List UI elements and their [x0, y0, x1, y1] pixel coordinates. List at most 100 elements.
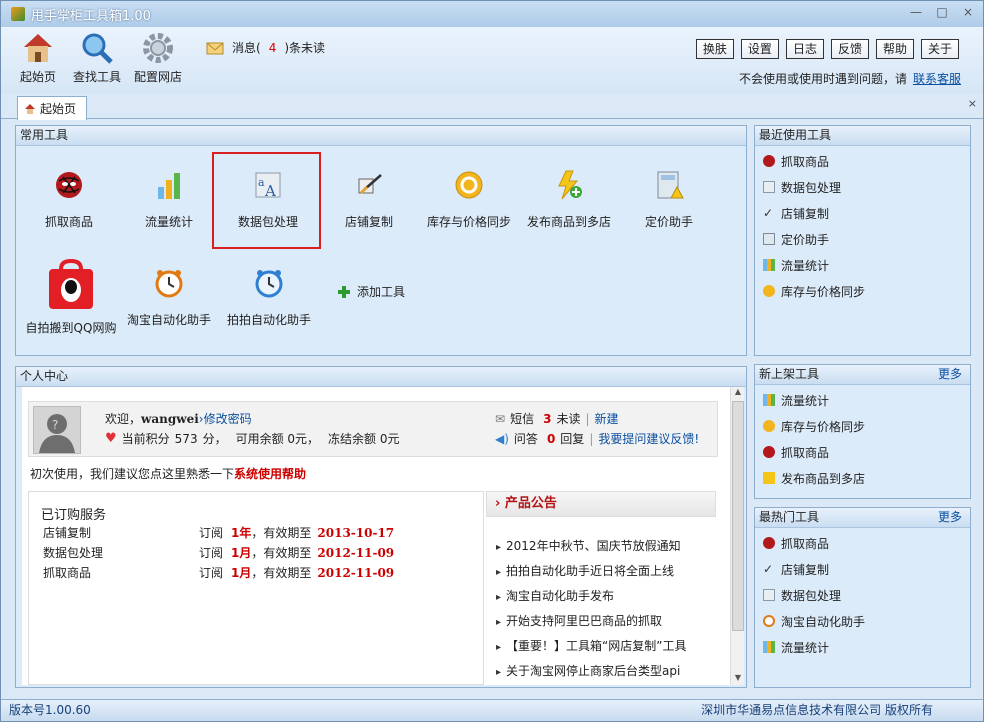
hot-tools-more-link[interactable]: 更多: [938, 508, 962, 527]
config-shop-button[interactable]: 配置网店: [131, 31, 185, 85]
scroll-thumb[interactable]: [732, 401, 744, 631]
add-tool-label: 添加工具: [357, 285, 406, 299]
tool-traffic-stats[interactable]: 流量统计: [119, 169, 219, 230]
tab-bar: 起始页 ×: [1, 93, 983, 120]
tool-label: 店铺复制: [344, 215, 393, 229]
hot-tool-item[interactable]: 抓取商品: [755, 530, 970, 556]
personal-center-title: 个人中心: [16, 367, 746, 387]
news-item[interactable]: 关于淘宝网停止商家后台类型api: [496, 662, 680, 679]
hot-tools-header: 最热门工具 更多: [755, 508, 970, 528]
service-row: 数据包处理 订阅 1月，有效期至 2012-11-09: [43, 544, 394, 561]
new-tool-item[interactable]: 库存与价格同步: [755, 413, 970, 439]
tool-label: 库存与价格同步: [426, 215, 511, 229]
recent-item[interactable]: ✓ 店铺复制: [755, 200, 970, 226]
add-tool-button[interactable]: 添加工具: [337, 283, 405, 300]
service-name: 店铺复制: [43, 526, 92, 540]
vertical-scrollbar[interactable]: ▲ ▼: [730, 387, 744, 685]
contact-support-link[interactable]: 联系客服: [913, 72, 961, 86]
maximize-button[interactable]: □: [933, 5, 951, 19]
search-icon: [82, 33, 113, 64]
log-button[interactable]: 日志: [785, 39, 824, 59]
tool-label: 发布商品到多店: [526, 215, 611, 229]
qa-line: ◀) 问答 0 回复 | 我要提问建议反馈!: [495, 430, 700, 447]
news-item[interactable]: 开始支持阿里巴巴商品的抓取: [496, 612, 662, 629]
top-buttons: 换肤 设置 日志 反馈 帮助 关于: [695, 39, 959, 59]
hot-tool-item[interactable]: ✓ 店铺复制: [755, 556, 970, 582]
news-item[interactable]: 【重要！】工具箱“网店复制”工具: [496, 637, 686, 654]
tab-home[interactable]: 起始页: [17, 96, 87, 120]
tool-shop-copy[interactable]: 店铺复制: [319, 169, 419, 230]
hot-tool-item[interactable]: 流量统计: [755, 634, 970, 660]
service-period: 1月: [231, 546, 252, 560]
new-tool-item[interactable]: 流量统计: [755, 387, 970, 413]
tool-paipai-auto[interactable]: 拍拍自动化助手: [219, 267, 319, 328]
intro-text: 初次使用，我们建议您点这里熟悉一下: [30, 467, 235, 481]
recent-item[interactable]: 抓取商品: [755, 148, 970, 174]
service-date: 2012-11-09: [317, 546, 395, 560]
message-indicator[interactable]: 消息( 4 )条未读: [206, 39, 325, 56]
scroll-up-icon[interactable]: ▲: [732, 387, 744, 399]
points-label: 当前积分: [121, 432, 170, 446]
hot-tool-item[interactable]: 淘宝自动化助手: [755, 608, 970, 634]
available-balance: 可用余额 0元，: [235, 432, 320, 446]
envelope-icon: ✉: [495, 411, 506, 426]
hot-tool-label: 抓取商品: [781, 536, 830, 551]
shop-copy-icon: ✓: [763, 562, 774, 576]
tool-grab-goods[interactable]: 抓取商品: [19, 169, 119, 230]
news-item[interactable]: 拍拍自动化助手近日将全面上线: [496, 562, 674, 579]
welcome-line: 欢迎，wangwei›修改密码: [105, 410, 252, 427]
qq-shop-icon: [49, 259, 93, 309]
close-tab-icon[interactable]: ×: [968, 97, 977, 110]
hot-tool-label: 流量统计: [781, 640, 830, 655]
service-date: 2012-11-09: [317, 566, 395, 580]
scroll-down-icon[interactable]: ▼: [732, 673, 744, 685]
service-date: 2013-10-17: [317, 526, 395, 540]
hot-tool-item[interactable]: 数据包处理: [755, 582, 970, 608]
recent-tools-panel: 最近使用工具 抓取商品 数据包处理 ✓ 店铺复制 定价助手 流量统计 库存与价格同…: [754, 125, 971, 356]
recent-item-label: 数据包处理: [781, 180, 842, 195]
hot-tools-panel: 最热门工具 更多 抓取商品 ✓ 店铺复制 数据包处理 淘宝自动化助手 流量统计: [754, 507, 971, 688]
feedback-button[interactable]: 反馈: [830, 39, 869, 59]
skin-button[interactable]: 换肤: [695, 39, 734, 59]
home-small-icon: [25, 103, 35, 114]
new-sms-link[interactable]: 新建: [595, 410, 619, 427]
help-button[interactable]: 帮助: [875, 39, 914, 59]
recent-item[interactable]: 数据包处理: [755, 174, 970, 200]
common-tools-title: 常用工具: [16, 126, 746, 146]
tool-publish-multi-shop[interactable]: 发布商品到多店: [519, 169, 619, 230]
system-help-link[interactable]: 系统使用帮助: [234, 467, 306, 481]
change-password-link[interactable]: 修改密码: [204, 412, 252, 426]
new-tool-item[interactable]: 发布商品到多店: [755, 465, 970, 491]
news-item[interactable]: 2012年中秋节、国庆节放假通知: [496, 537, 681, 554]
status-bar: 版本号1.00.60 深圳市华通易点信息技术有限公司 版权所有: [1, 699, 983, 721]
sync-icon: [763, 420, 775, 432]
minimize-button[interactable]: —: [907, 5, 925, 19]
points-value: 573: [174, 431, 198, 446]
recent-item[interactable]: 流量统计: [755, 252, 970, 278]
tool-pricing-assistant[interactable]: 定价助手: [619, 169, 719, 230]
news-title: › 产品公告: [486, 491, 716, 517]
tool-taobao-auto[interactable]: 淘宝自动化助手: [119, 267, 219, 328]
close-window-button[interactable]: ×: [959, 5, 977, 19]
recent-item[interactable]: 库存与价格同步: [755, 278, 970, 304]
tool-label: 定价助手: [644, 215, 693, 229]
news-item[interactable]: 淘宝自动化助手发布: [496, 587, 614, 604]
home-button[interactable]: 起始页: [15, 31, 61, 85]
ask-question-link[interactable]: 我要提问建议反馈!: [598, 430, 699, 447]
tool-data-package[interactable]: aA 数据包处理: [218, 169, 318, 230]
welcome-text: 欢迎，: [105, 412, 142, 426]
service-row: 抓取商品 订阅 1月，有效期至 2012-11-09: [43, 564, 394, 581]
product-news: › 产品公告 2012年中秋节、国庆节放假通知 拍拍自动化助手近日将全面上线 淘…: [486, 491, 716, 685]
svg-text:a: a: [258, 176, 265, 189]
settings-button[interactable]: 设置: [740, 39, 779, 59]
new-tools-more-link[interactable]: 更多: [938, 365, 962, 384]
new-tool-item[interactable]: 抓取商品: [755, 439, 970, 465]
mail-icon: [206, 42, 224, 54]
new-tools-title: 新上架工具: [759, 367, 820, 381]
find-tool-button[interactable]: 查找工具: [71, 31, 123, 85]
hot-tool-label: 淘宝自动化助手: [781, 614, 866, 629]
recent-item[interactable]: 定价助手: [755, 226, 970, 252]
tool-qq-shop[interactable]: 自拍搬到QQ网购: [21, 259, 121, 336]
tool-stock-price-sync[interactable]: 库存与价格同步: [419, 169, 519, 230]
about-button[interactable]: 关于: [920, 39, 959, 59]
